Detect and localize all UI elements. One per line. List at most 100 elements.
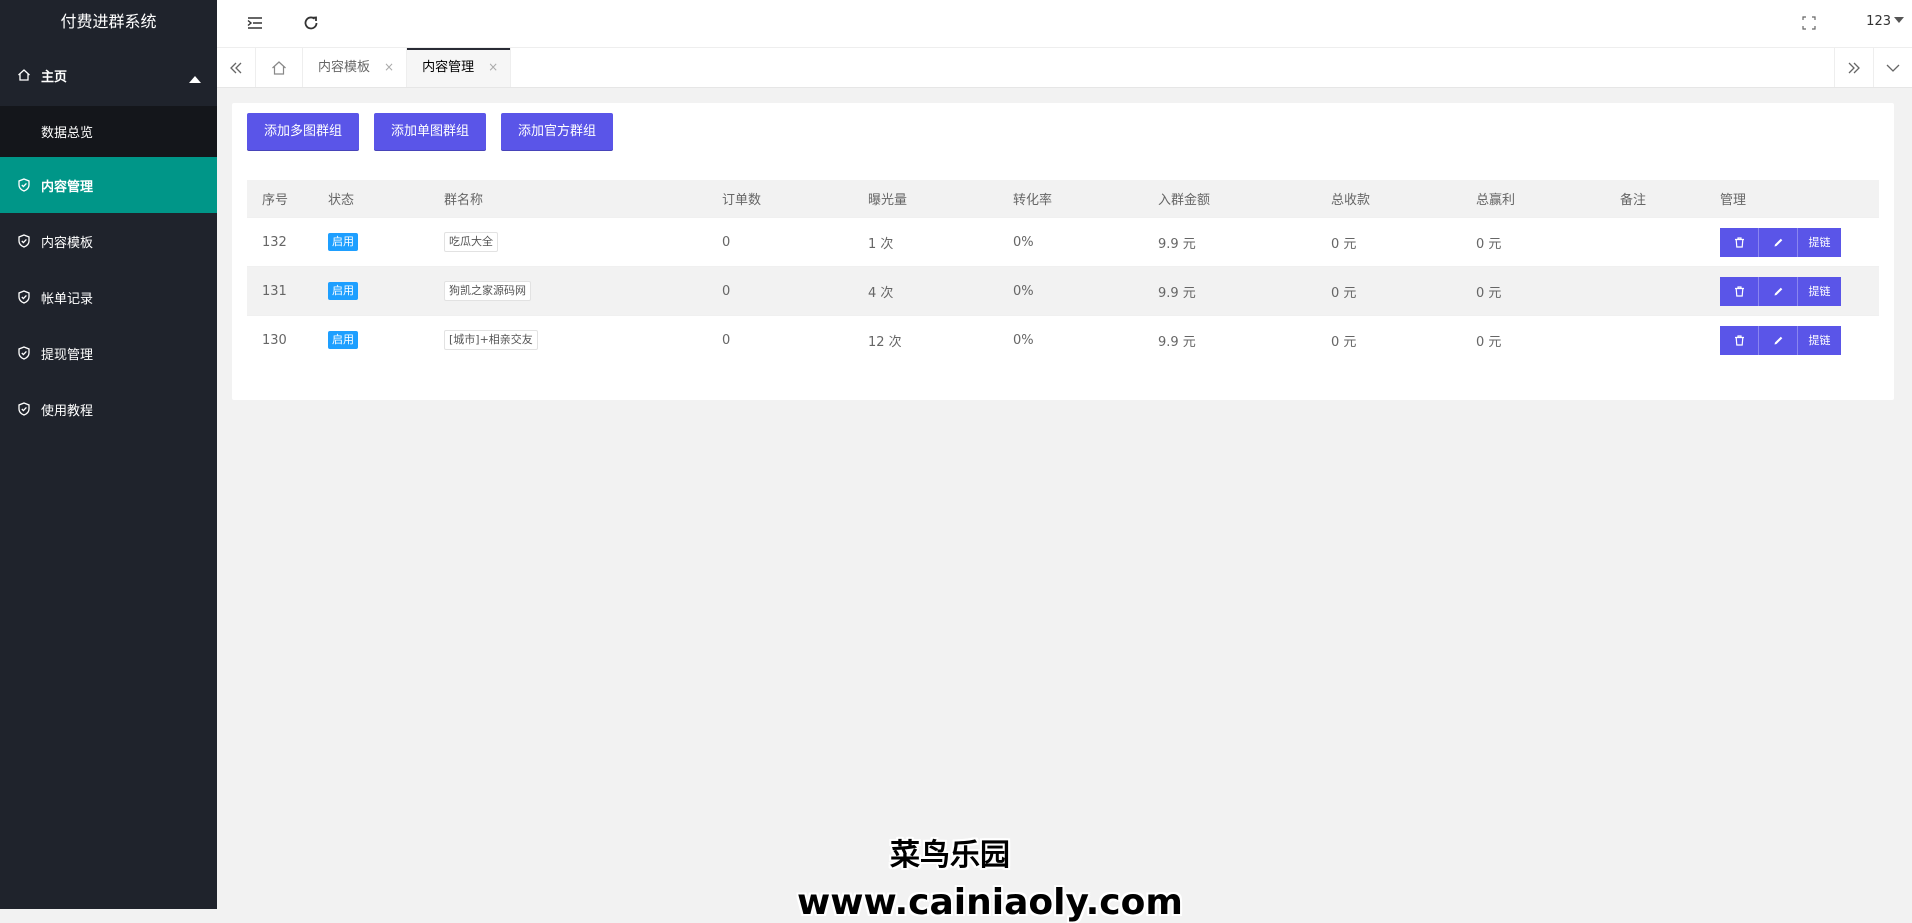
group-name-tag: [城市]+相亲交友 [444,330,538,350]
tabs-menu-button[interactable] [1873,48,1912,87]
add-official-group-button[interactable]: 添加官方群组 [501,113,614,151]
note-cell [1605,266,1705,316]
double-chevron-right-icon [1848,62,1860,73]
status-badge: 启用 [328,282,358,300]
pencil-icon [1774,336,1782,344]
table-row: 130 启用 [城市]+相亲交友 0 12 次 0% 9.9 元 0 元 0 元 [247,315,1879,364]
column-header: 状态 [313,180,429,218]
group-name-tag: 吃瓜大全 [444,232,498,252]
trash-icon [1734,334,1744,346]
delete-button[interactable] [1720,325,1759,355]
tab-close-icon[interactable]: × [488,48,498,87]
get-link-button[interactable]: 提链 [1798,325,1841,355]
get-link-button[interactable]: 提链 [1798,227,1841,257]
column-header: 序号 [247,180,313,218]
delete-button[interactable] [1720,276,1759,306]
row-id: 131 [247,266,313,316]
sidebar-item-data-overview[interactable]: 数据总览 [0,106,217,157]
get-link-button[interactable]: 提链 [1798,276,1841,306]
sidebar-item-billing-records[interactable]: 帐单记录 [0,269,217,325]
app-title: 付费进群系统 [60,12,157,31]
sidebar-item-withdrawal-management[interactable]: 提现管理 [0,325,217,381]
row-id: 132 [247,217,313,267]
price-cell: 9.9 元 [1143,315,1316,364]
column-header: 曝光量 [853,180,998,218]
sidebar-item-tutorial[interactable]: 使用教程 [0,381,217,437]
home-icon [272,60,286,75]
trash-icon [1734,236,1744,248]
tab-content-template[interactable]: 内容模板 × [303,48,408,87]
orders-cell: 0 [707,266,853,316]
shield-icon [17,346,31,360]
caret-up-icon [189,72,201,87]
sidebar-group-label: 主页 [41,69,68,85]
fullscreen-icon[interactable] [1798,12,1820,34]
column-header: 总收款 [1316,180,1461,218]
sidebar-item-label: 内容管理 [41,179,94,195]
watermark-url: www.cainiaoly.com [797,882,1183,923]
shield-icon [17,178,31,192]
collapse-menu-icon[interactable] [244,12,266,34]
sidebar: 付费进群系统 主页 数据总览 内容管理 内容模板 帐单记录 提现管理 使用教程 [0,0,217,909]
rate-cell: 0% [998,315,1143,364]
column-header: 群名称 [429,180,707,218]
orders-cell: 0 [707,217,853,267]
home-tab-button[interactable] [256,48,303,87]
views-cell: 12 次 [853,315,998,364]
revenue-cell: 0 元 [1316,266,1461,316]
sidebar-item-label: 提现管理 [41,347,94,363]
home-icon [17,68,31,82]
table-row: 131 启用 狗凯之家源码网 0 4 次 0% 9.9 元 0 元 0 元 提链 [247,266,1879,316]
status-badge: 启用 [328,233,358,251]
sidebar-group-home[interactable]: 主页 [0,44,217,106]
scroll-tabs-right-button[interactable] [1834,48,1873,87]
revenue-cell: 0 元 [1316,315,1461,364]
pencil-icon [1774,287,1782,295]
sidebar-item-label: 使用教程 [41,403,94,419]
status-badge: 启用 [328,331,358,349]
column-header: 入群金额 [1143,180,1316,218]
add-multi-image-group-button[interactable]: 添加多图群组 [247,113,360,151]
sidebar-item-label: 内容模板 [41,235,94,251]
shield-icon [17,234,31,248]
profit-cell: 0 元 [1461,266,1605,316]
profit-cell: 0 元 [1461,217,1605,267]
tab-close-icon[interactable]: × [384,48,394,87]
note-cell [1605,315,1705,364]
revenue-cell: 0 元 [1316,217,1461,267]
add-single-image-group-button[interactable]: 添加单图群组 [374,113,487,151]
top-header: 123 [217,0,1912,48]
price-cell: 9.9 元 [1143,217,1316,267]
tabs-bar: 内容模板 × 内容管理 × [217,48,1912,88]
row-id: 130 [247,315,313,364]
sidebar-item-content-template[interactable]: 内容模板 [0,213,217,269]
row-actions: 提链 [1720,227,1879,257]
price-cell: 9.9 元 [1143,266,1316,316]
user-menu[interactable]: 123 [1866,14,1904,29]
shield-icon [17,402,31,416]
edit-button[interactable] [1759,276,1798,306]
edit-button[interactable] [1759,325,1798,355]
refresh-icon[interactable] [300,12,322,34]
rate-cell: 0% [998,266,1143,316]
column-header: 备注 [1605,180,1705,218]
table-row: 132 启用 吃瓜大全 0 1 次 0% 9.9 元 0 元 0 元 提链 [247,217,1879,267]
action-toolbar: 添加多图群组 添加单图群组 添加官方群组 [247,113,628,151]
delete-button[interactable] [1720,227,1759,257]
views-cell: 1 次 [853,217,998,267]
tab-label: 内容管理 [422,60,475,75]
rate-cell: 0% [998,217,1143,267]
column-header: 管理 [1705,180,1879,218]
column-header: 订单数 [707,180,853,218]
row-actions: 提链 [1720,325,1879,355]
dropdown-caret-icon [1894,17,1904,23]
scroll-tabs-left-button[interactable] [217,48,256,87]
sidebar-item-content-management[interactable]: 内容管理 [0,157,217,213]
edit-button[interactable] [1759,227,1798,257]
watermark-title: 菜鸟乐园 [890,838,1010,873]
orders-cell: 0 [707,315,853,364]
profit-cell: 0 元 [1461,315,1605,364]
content-card: 添加多图群组 添加单图群组 添加官方群组 序号 状态 群名称 订单数 曝光量 转… [232,103,1894,400]
sidebar-item-label: 帐单记录 [41,291,94,307]
tab-content-management[interactable]: 内容管理 × [407,48,512,87]
